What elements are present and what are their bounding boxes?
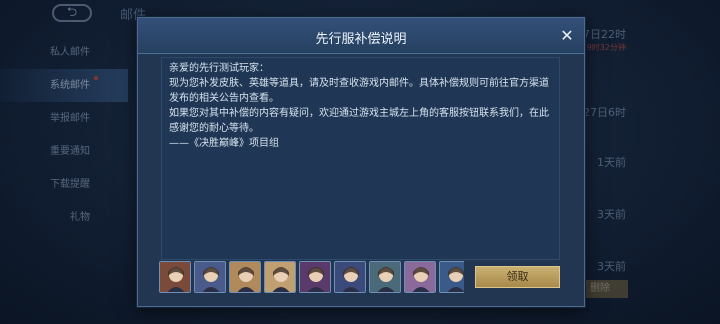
hero-portrait-icon[interactable] [404, 261, 436, 293]
mail-list-item[interactable]: 3天前 [570, 206, 720, 222]
sidebar-item-private-mail[interactable]: 私人邮件 [0, 36, 128, 69]
mail-time: 3天前 [597, 260, 626, 273]
close-icon[interactable]: ✕ [557, 26, 577, 46]
hero-portrait-icon[interactable] [159, 261, 191, 293]
hero-portrait-icon[interactable] [264, 261, 296, 293]
mail-list-item[interactable]: 3天前 [570, 258, 720, 274]
game-screen: ⮌ 邮件 私人邮件 系统邮件 举报邮件 重要通知 下载提醒 礼物 7日22时 9时… [0, 0, 720, 324]
mail-time: 1天前 [597, 156, 626, 169]
hero-portrait-icon[interactable] [229, 261, 261, 293]
mail-list-item[interactable]: 7日22时 9时32分钟 [570, 26, 720, 53]
dialog-header: 先行服补偿说明 ✕ [138, 18, 584, 54]
body-paragraph: 现为您补发皮肤、英雄等道具，请及时查收游戏内邮件。具体补偿规则可前往官方渠道发布… [169, 78, 549, 104]
dialog-title: 先行服补偿说明 [315, 32, 407, 47]
hero-portrait-icon[interactable] [194, 261, 226, 293]
sidebar-item-system-mail[interactable]: 系统邮件 [0, 69, 128, 102]
reward-list [159, 261, 464, 295]
mail-time: 7日22时 [583, 28, 626, 41]
hero-portrait-icon[interactable] [299, 261, 331, 293]
hero-portrait-icon[interactable] [369, 261, 401, 293]
mail-body: 亲爱的先行测试玩家： 现为您补发皮肤、英雄等道具，请及时查收游戏内邮件。具体补偿… [161, 57, 560, 260]
mail-list-item[interactable]: 27日6时 [570, 104, 720, 120]
mail-sidebar: 私人邮件 系统邮件 举报邮件 重要通知 下载提醒 礼物 [0, 36, 128, 234]
sidebar-item-report-mail[interactable]: 举报邮件 [0, 102, 128, 135]
sidebar-item-important-notice[interactable]: 重要通知 [0, 135, 128, 168]
signature: ——《决胜巅峰》项目组 [169, 138, 279, 149]
sidebar-item-gifts[interactable]: 礼物 [0, 201, 128, 234]
compensation-dialog: 先行服补偿说明 ✕ 亲爱的先行测试玩家： 现为您补发皮肤、英雄等道具，请及时查收… [137, 17, 585, 307]
mail-time: 27日6时 [583, 106, 626, 119]
sidebar-item-download-reminder[interactable]: 下载提醒 [0, 168, 128, 201]
body-paragraph: 如果您对其中补偿的内容有疑问，欢迎通过游戏主城左上角的客服按钮联系我们，在此感谢… [169, 108, 549, 134]
mail-time: 3天前 [597, 208, 626, 221]
greeting: 亲爱的先行测试玩家： [169, 63, 269, 74]
mail-list-item[interactable]: 1天前 [570, 154, 720, 170]
hero-portrait-icon[interactable] [439, 261, 464, 293]
back-button[interactable]: ⮌ [52, 4, 92, 22]
claim-button[interactable]: 领取 [475, 266, 560, 288]
hero-portrait-icon[interactable] [334, 261, 366, 293]
